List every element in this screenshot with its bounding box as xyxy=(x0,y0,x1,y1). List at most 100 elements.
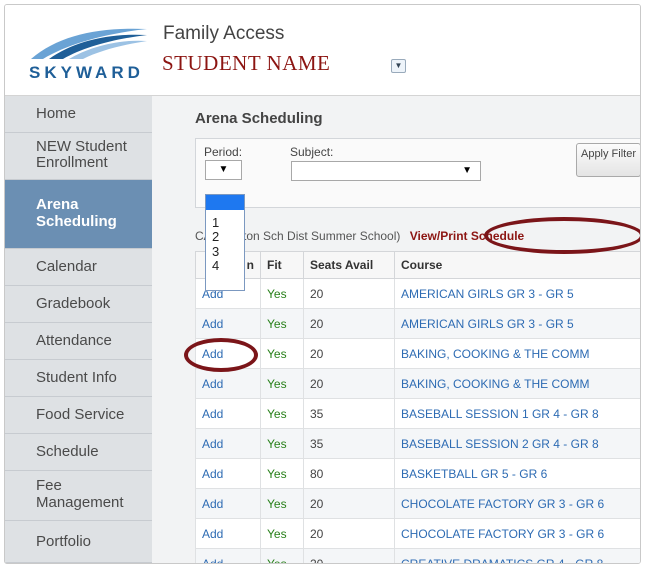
sidebar-item-gradebook[interactable]: Gradebook xyxy=(5,286,152,323)
sidebar-item-food-service[interactable]: Food Service xyxy=(5,397,152,434)
sidebar-item-fee-management[interactable]: Fee Management xyxy=(5,471,152,521)
fit-cell: Yes xyxy=(260,278,304,309)
table-row: Add Yes 20 CHOCOLATE FACTORY GR 3 - GR 6 xyxy=(195,488,640,519)
course-link[interactable]: CREATIVE DRAMATICS GR 4 - GR 8 xyxy=(394,548,640,563)
apply-filter-button[interactable]: Apply Filter xyxy=(576,143,640,177)
table-row: Add Yes 20 CHOCOLATE FACTORY GR 3 - GR 6 xyxy=(195,518,640,549)
sidebar-item-label: Attendance xyxy=(36,332,112,349)
sidebar-item-label: Home xyxy=(36,105,77,122)
add-link[interactable]: Add xyxy=(195,548,261,563)
table-row: Add Yes 20 BAKING, COOKING & THE COMM xyxy=(195,338,640,369)
fit-cell: Yes xyxy=(260,518,304,549)
period-option[interactable]: 3 xyxy=(206,245,244,259)
course-link[interactable]: BAKING, COOKING & THE COMM xyxy=(394,338,640,369)
seats-cell: 80 xyxy=(303,458,395,489)
table-row: Add Yes 20 AMERICAN GIRLS GR 3 - GR 5 xyxy=(195,308,640,339)
table-header-row: n Fit Seats Avail Course xyxy=(195,251,640,279)
course-link[interactable]: CHOCOLATE FACTORY GR 3 - GR 6 xyxy=(394,518,640,549)
add-link[interactable]: Add xyxy=(195,458,261,489)
period-dropdown-list: 1 2 3 4 xyxy=(205,194,245,291)
add-link[interactable]: Add xyxy=(195,308,261,339)
sidebar-item-home[interactable]: Home xyxy=(5,96,152,133)
course-link[interactable]: CHOCOLATE FACTORY GR 3 - GR 6 xyxy=(394,488,640,519)
period-select[interactable]: ▼ xyxy=(205,160,242,180)
column-header-fit: Fit xyxy=(260,251,304,279)
header: SKYWARD Family Access STUDENT NAME ▼ xyxy=(5,5,640,96)
sidebar-item-label: Gradebook xyxy=(36,295,111,312)
seats-cell: 35 xyxy=(303,398,395,429)
fit-cell: Yes xyxy=(260,458,304,489)
sidebar-item-label: Schedule xyxy=(36,443,99,460)
column-header-seats-avail: Seats Avail xyxy=(303,251,395,279)
chevron-down-icon: ▼ xyxy=(462,165,472,176)
fit-cell: Yes xyxy=(260,338,304,369)
sidebar-item-new-student-enrollment[interactable]: NEW Student Enrollment xyxy=(5,133,152,180)
add-link[interactable]: Add xyxy=(195,518,261,549)
add-link[interactable]: Add xyxy=(195,488,261,519)
app-name: Family Access xyxy=(163,23,285,44)
page-title: Arena Scheduling xyxy=(195,110,323,127)
sidebar-item-arena-scheduling[interactable]: Arena Scheduling xyxy=(5,180,152,249)
column-header-course: Course xyxy=(394,251,640,279)
sidebar-item-student-info[interactable]: Student Info xyxy=(5,360,152,397)
course-link[interactable]: AMERICAN GIRLS GR 3 - GR 5 xyxy=(394,308,640,339)
sidebar-item-label: Portfolio xyxy=(36,533,92,550)
sidebar-item-label: Calendar xyxy=(36,258,97,275)
period-option[interactable]: 2 xyxy=(206,230,244,244)
seats-cell: 20 xyxy=(303,488,395,519)
fit-cell: Yes xyxy=(260,398,304,429)
subject-label: Subject: xyxy=(290,145,334,159)
fit-cell: Yes xyxy=(260,368,304,399)
sidebar-item-label: Student Info xyxy=(36,369,117,386)
student-name: STUDENT NAME xyxy=(162,51,331,75)
period-option[interactable]: 1 xyxy=(206,216,244,230)
fit-cell: Yes xyxy=(260,548,304,563)
period-label: Period: xyxy=(204,145,243,159)
filter-bar: Period: ▼ Subject: ▼ Apply Filter xyxy=(195,138,640,208)
table-row: Add Yes 20 BAKING, COOKING & THE COMM xyxy=(195,368,640,399)
sidebar-item-label: Arena Scheduling xyxy=(36,196,117,230)
period-option[interactable]: 4 xyxy=(206,259,244,273)
seats-cell: 20 xyxy=(303,548,395,563)
sidebar-item-label: NEW Student Enrollment xyxy=(36,138,127,171)
sidebar-item-portfolio[interactable]: Portfolio xyxy=(5,521,152,563)
course-link[interactable]: AMERICAN GIRLS GR 3 - GR 5 xyxy=(394,278,640,309)
fit-cell: Yes xyxy=(260,488,304,519)
add-link[interactable]: Add xyxy=(195,398,261,429)
seats-cell: 20 xyxy=(303,278,395,309)
sidebar-item-calendar[interactable]: Calendar xyxy=(5,249,152,286)
course-link[interactable]: BASEBALL SESSION 1 GR 4 - GR 8 xyxy=(394,398,640,429)
subject-select[interactable]: ▼ xyxy=(291,161,481,181)
sidebar-item-label: Fee Management xyxy=(36,477,124,511)
table-row: Add Yes 20 AMERICAN GIRLS GR 3 - GR 5 xyxy=(195,278,640,309)
sidebar-item-attendance[interactable]: Attendance xyxy=(5,323,152,360)
view-print-schedule-link[interactable]: View/Print Schedule xyxy=(410,229,524,243)
app-window: SKYWARD Family Access STUDENT NAME ▼ Hom… xyxy=(4,4,641,564)
table-row: Add Yes 80 BASKETBALL GR 5 - GR 6 xyxy=(195,458,640,489)
course-link[interactable]: BASKETBALL GR 5 - GR 6 xyxy=(394,458,640,489)
add-link[interactable]: Add xyxy=(195,368,261,399)
add-link[interactable]: Add xyxy=(195,338,261,369)
chevron-down-icon: ▼ xyxy=(218,164,229,175)
course-table: n Fit Seats Avail Course Add Yes 20 AMER… xyxy=(195,251,640,563)
chevron-down-icon[interactable]: ▼ xyxy=(391,59,406,73)
sidebar-item-label: Food Service xyxy=(36,406,125,423)
seats-cell: 20 xyxy=(303,338,395,369)
table-row: Add Yes 20 CREATIVE DRAMATICS GR 4 - GR … xyxy=(195,548,640,563)
add-link[interactable]: Add xyxy=(195,428,261,459)
main-content: Arena Scheduling Period: ▼ Subject: ▼ Ap… xyxy=(152,96,640,563)
seats-cell: 35 xyxy=(303,428,395,459)
table-row: Add Yes 35 BASEBALL SESSION 1 GR 4 - GR … xyxy=(195,398,640,429)
sidebar-item-schedule[interactable]: Schedule xyxy=(5,434,152,471)
sidebar: Home NEW Student Enrollment Arena Schedu… xyxy=(5,96,152,563)
course-link[interactable]: BAKING, COOKING & THE COMM xyxy=(394,368,640,399)
seats-cell: 20 xyxy=(303,518,395,549)
period-option[interactable] xyxy=(206,195,244,210)
skyward-logo: SKYWARD xyxy=(29,63,144,82)
fit-cell: Yes xyxy=(260,308,304,339)
course-link[interactable]: BASEBALL SESSION 2 GR 4 - GR 8 xyxy=(394,428,640,459)
table-row: Add Yes 35 BASEBALL SESSION 2 GR 4 - GR … xyxy=(195,428,640,459)
fit-cell: Yes xyxy=(260,428,304,459)
skyward-logo-swoosh-icon xyxy=(31,28,147,59)
seats-cell: 20 xyxy=(303,368,395,399)
